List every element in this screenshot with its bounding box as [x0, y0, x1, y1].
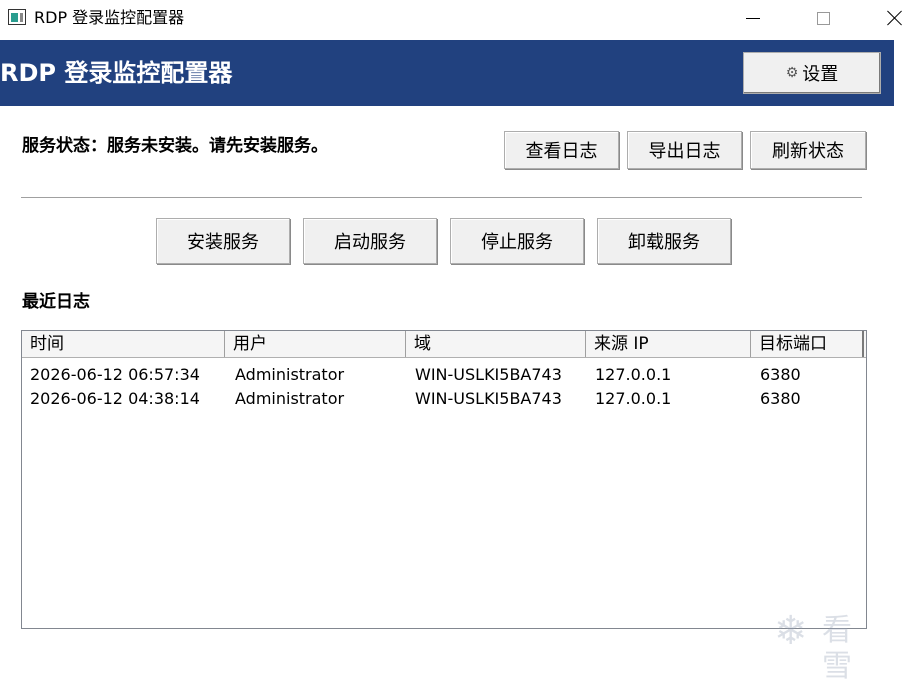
- recent-logs-title: 最近日志: [22, 292, 90, 312]
- snowflake-icon: ❄: [774, 608, 808, 654]
- close-button[interactable]: [872, 4, 918, 32]
- log-list-view[interactable]: 时间 用户 域 来源 IP 目标端口 2026-06-12 06:57:34 A…: [21, 330, 867, 629]
- table-row[interactable]: 2026-06-12 04:38:14 Administrator WIN-US…: [22, 387, 866, 411]
- app-icon: [8, 9, 26, 25]
- minimize-button[interactable]: [730, 4, 776, 32]
- stop-service-button[interactable]: 停止服务: [450, 218, 584, 264]
- column-header-source-ip[interactable]: 来源 IP: [586, 331, 751, 357]
- cell-time: 2026-06-12 06:57:34: [30, 365, 200, 384]
- maximize-button[interactable]: [800, 4, 846, 32]
- column-header-target-port[interactable]: 目标端口: [751, 331, 864, 357]
- column-header-user[interactable]: 用户: [225, 331, 406, 357]
- minimize-icon: [746, 17, 760, 19]
- view-log-button[interactable]: 查看日志: [504, 131, 619, 169]
- column-header-time[interactable]: 时间: [22, 331, 225, 357]
- header-banner: RDP 登录监控配置器 ⚙ 设置: [0, 40, 894, 106]
- export-log-button[interactable]: 导出日志: [627, 131, 742, 169]
- cell-target-port: 6380: [760, 389, 801, 408]
- window-title: RDP 登录监控配置器: [34, 8, 185, 27]
- uninstall-service-button[interactable]: 卸载服务: [597, 218, 731, 264]
- column-header-domain[interactable]: 域: [406, 331, 586, 357]
- settings-button[interactable]: ⚙ 设置: [743, 52, 881, 94]
- table-row[interactable]: 2026-06-12 06:57:34 Administrator WIN-US…: [22, 363, 866, 387]
- window-titlebar: RDP 登录监控配置器: [0, 0, 922, 38]
- maximize-icon: [816, 11, 830, 25]
- cell-domain: WIN-USLKI5BA743: [415, 389, 562, 408]
- cell-domain: WIN-USLKI5BA743: [415, 365, 562, 384]
- header-title: RDP 登录监控配置器: [0, 59, 233, 87]
- log-list-header: 时间 用户 域 来源 IP 目标端口: [22, 331, 866, 358]
- cell-target-port: 6380: [760, 365, 801, 384]
- install-service-button[interactable]: 安装服务: [156, 218, 290, 264]
- watermark: ❄ 看雪: [770, 605, 880, 679]
- service-status-text: 服务状态：服务未安装。请先安装服务。: [22, 136, 328, 156]
- refresh-status-button[interactable]: 刷新状态: [750, 131, 866, 169]
- start-service-button[interactable]: 启动服务: [303, 218, 437, 264]
- close-icon: [887, 10, 903, 26]
- cell-source-ip: 127.0.0.1: [595, 389, 672, 408]
- divider: [21, 197, 862, 198]
- cell-user: Administrator: [235, 365, 345, 384]
- watermark-text: 看雪: [822, 613, 854, 679]
- cell-user: Administrator: [235, 389, 345, 408]
- settings-label: 设置: [802, 64, 839, 85]
- gear-icon: ⚙: [785, 65, 799, 81]
- cell-source-ip: 127.0.0.1: [595, 365, 672, 384]
- cell-time: 2026-06-12 04:38:14: [30, 389, 200, 408]
